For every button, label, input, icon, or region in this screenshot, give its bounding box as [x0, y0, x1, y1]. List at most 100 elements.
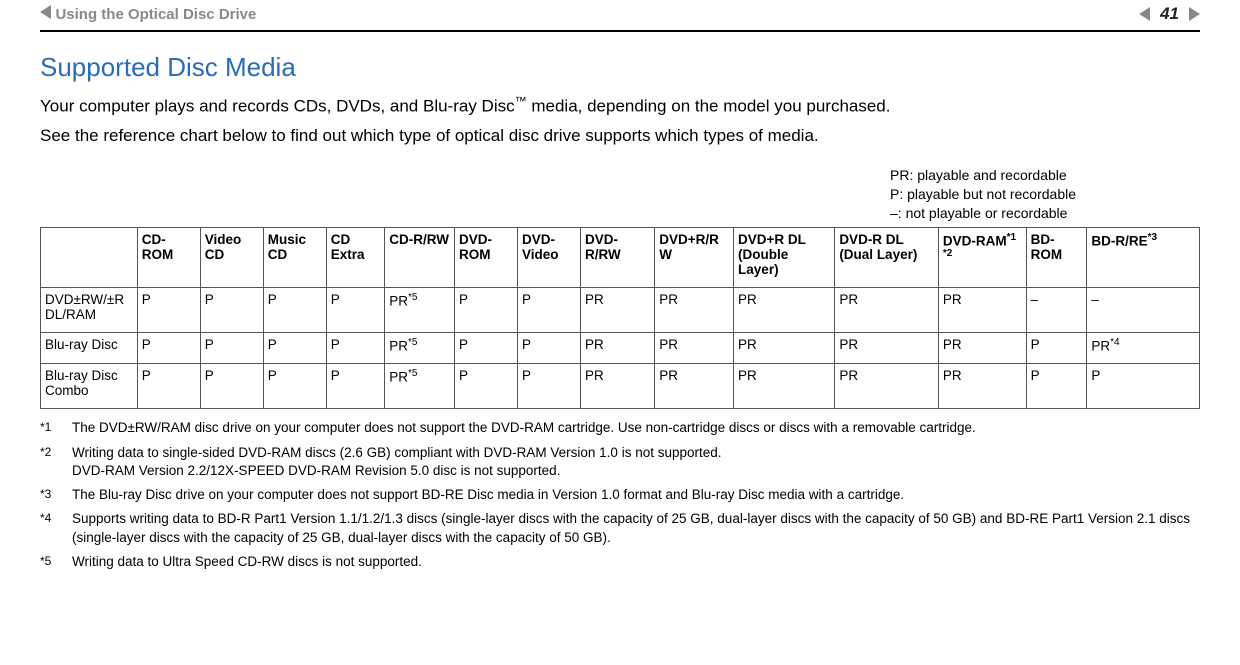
- cell: PR: [655, 332, 734, 364]
- header-videocd: Video CD: [200, 227, 263, 287]
- cell-sup: *5: [408, 368, 417, 379]
- divider: [40, 30, 1200, 32]
- cell: P: [1026, 364, 1087, 409]
- trademark-symbol: ™: [515, 94, 527, 108]
- nav-right: 41: [1139, 4, 1200, 24]
- cell: –: [1087, 287, 1200, 332]
- nav-back-icon[interactable]: [1139, 7, 1150, 21]
- cell: PR: [655, 364, 734, 409]
- cell-sup: *5: [408, 337, 417, 348]
- header-bdr-re-sup: *3: [1148, 232, 1157, 243]
- footnote-marker: *4: [40, 510, 58, 546]
- footnote: *1 The DVD±RW/RAM disc drive on your comp…: [40, 419, 1200, 437]
- cell: PR: [835, 332, 939, 364]
- cell: P: [518, 332, 581, 364]
- legend-pr: PR: playable and recordable: [890, 166, 1200, 185]
- cell: P: [326, 287, 385, 332]
- header-dvdrom: DVD-ROM: [455, 227, 518, 287]
- cell-text: PR: [389, 293, 408, 308]
- page-title: Supported Disc Media: [40, 52, 1200, 83]
- cell: P: [200, 364, 263, 409]
- nav-prev-icon[interactable]: [40, 5, 51, 19]
- footnote-marker: *2: [40, 444, 58, 480]
- cell: PR*5: [385, 332, 455, 364]
- header-dvdram-text: DVD-RAM: [943, 233, 1007, 248]
- header-cdrrw: CD-R/RW: [385, 227, 455, 287]
- page: Using the Optical Disc Drive 41 Supporte…: [0, 0, 1240, 665]
- cell: PR: [581, 287, 655, 332]
- header-cdrom: CD-ROM: [137, 227, 200, 287]
- nav-next-icon[interactable]: [1189, 7, 1200, 21]
- cell: P: [1087, 364, 1200, 409]
- cell-text: PR: [1091, 338, 1110, 353]
- legend-dash: –: not playable or recordable: [890, 204, 1200, 223]
- footnote-marker: *5: [40, 553, 58, 571]
- cell: PR: [938, 287, 1026, 332]
- cell: P: [455, 287, 518, 332]
- cell: PR*4: [1087, 332, 1200, 364]
- table-row: Blu-ray Disc P P P P PR*5 P P PR PR PR P…: [41, 332, 1200, 364]
- cell: PR: [581, 332, 655, 364]
- cell-sup: *5: [408, 292, 417, 303]
- cell-text: PR: [389, 370, 408, 385]
- header-cdextra: CD Extra: [326, 227, 385, 287]
- footnote: *4Supports writing data to BD-R Part1 Ve…: [40, 510, 1200, 546]
- top-bar: Using the Optical Disc Drive 41: [40, 0, 1200, 24]
- cell: P: [200, 332, 263, 364]
- cell: P: [137, 332, 200, 364]
- header-dvdplusrdl: DVD+R DL (Double Layer): [734, 227, 835, 287]
- intro-paragraph-2: See the reference chart below to find ou…: [40, 124, 1200, 148]
- cell-sup: *4: [1110, 337, 1119, 348]
- header-dvdram: DVD-RAM*1 *2: [938, 227, 1026, 287]
- header-bdr-re-text: BD-R/RE: [1091, 233, 1147, 248]
- footnote-text: Writing data to single-sided DVD-RAM dis…: [72, 444, 722, 480]
- footnote-text: The Blu-ray Disc drive on your computer …: [72, 486, 904, 504]
- footnote: *5 Writing data to Ultra Speed CD-RW disc…: [40, 553, 1200, 571]
- legend: PR: playable and recordable P: playable …: [40, 166, 1200, 223]
- footnote: *2 Writing data to single-sided DVD-RAM d…: [40, 444, 1200, 480]
- nav-left: Using the Optical Disc Drive: [40, 5, 256, 24]
- cell: PR: [835, 364, 939, 409]
- header-bdr-re: BD-R/RE*3: [1087, 227, 1200, 287]
- table-header-row: CD-ROM Video CD Music CD CD Extra CD-R/R…: [41, 227, 1200, 287]
- table-row: Blu-ray Disc Combo P P P P PR*5 P P PR P…: [41, 364, 1200, 409]
- cell: P: [263, 287, 326, 332]
- cell: PR: [655, 287, 734, 332]
- cell: P: [1026, 332, 1087, 364]
- cell: PR*5: [385, 287, 455, 332]
- media-support-table: CD-ROM Video CD Music CD CD Extra CD-R/R…: [40, 227, 1200, 410]
- row-name: DVD±RW/±R DL/RAM: [41, 287, 138, 332]
- cell: P: [263, 332, 326, 364]
- cell: PR: [938, 332, 1026, 364]
- cell: P: [326, 364, 385, 409]
- cell: PR: [734, 364, 835, 409]
- cell: PR: [581, 364, 655, 409]
- row-name: Blu-ray Disc Combo: [41, 364, 138, 409]
- header-dvdplusrrw: DVD+R/RW: [655, 227, 734, 287]
- header-blank: [41, 227, 138, 287]
- cell: PR: [734, 332, 835, 364]
- cell-text: PR: [389, 338, 408, 353]
- cell: P: [518, 287, 581, 332]
- row-name: Blu-ray Disc: [41, 332, 138, 364]
- footnote: *3 The Blu-ray Disc drive on your compute…: [40, 486, 1200, 504]
- cell: P: [455, 364, 518, 409]
- intro-text-1b: media, depending on the model you purcha…: [527, 97, 891, 116]
- header-dvdvideo: DVD-Video: [518, 227, 581, 287]
- footnote-text: Writing data to Ultra Speed CD-RW discs …: [72, 553, 422, 571]
- header-musiccd: Music CD: [263, 227, 326, 287]
- footnote-marker: *3: [40, 486, 58, 504]
- cell: P: [518, 364, 581, 409]
- footnote-text: The DVD±RW/RAM disc drive on your comput…: [72, 419, 976, 437]
- intro-paragraph-1: Your computer plays and records CDs, DVD…: [40, 93, 1200, 118]
- breadcrumb: Using the Optical Disc Drive: [55, 6, 256, 23]
- cell: –: [1026, 287, 1087, 332]
- cell: PR: [734, 287, 835, 332]
- cell: P: [263, 364, 326, 409]
- cell: P: [137, 364, 200, 409]
- legend-p: P: playable but not recordable: [890, 185, 1200, 204]
- table-row: DVD±RW/±R DL/RAM P P P P PR*5 P P PR PR …: [41, 287, 1200, 332]
- footnote-marker: *1: [40, 419, 58, 437]
- cell: P: [455, 332, 518, 364]
- intro-text-1a: Your computer plays and records CDs, DVD…: [40, 97, 515, 116]
